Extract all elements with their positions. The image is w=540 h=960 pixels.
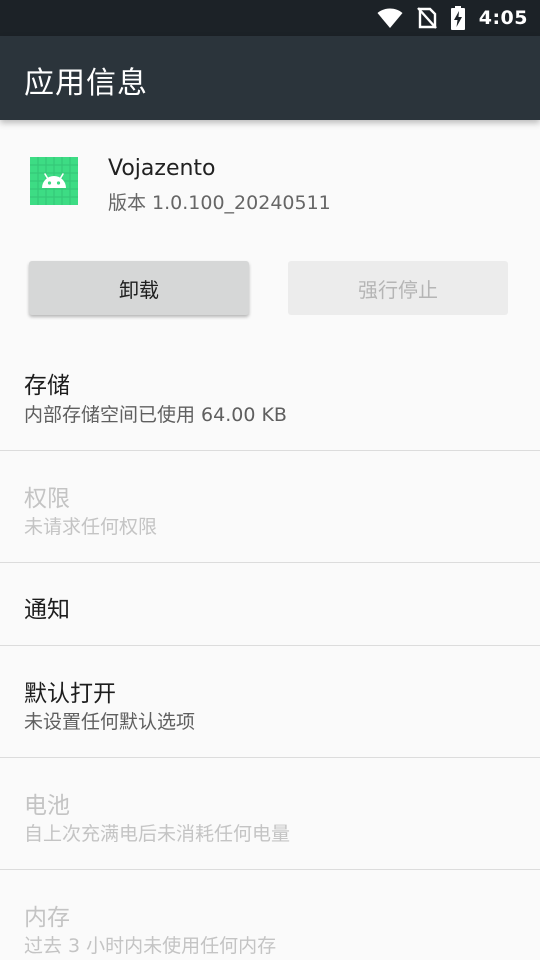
item-summary: 自上次充满电后未消耗任何电量: [24, 823, 291, 845]
status-icons: 4:05: [377, 0, 528, 36]
list-item-open-by-default[interactable]: 默认打开 未设置任何默认选项: [0, 646, 540, 758]
list-item-permissions: 权限 未请求任何权限: [0, 451, 540, 563]
item-title: 存储: [24, 373, 70, 399]
status-bar: 4:05: [0, 0, 540, 36]
uninstall-button[interactable]: 卸载: [29, 261, 249, 315]
item-summary: 内部存储空间已使用 64.00 KB: [24, 404, 287, 426]
item-title: 通知: [24, 597, 70, 623]
status-time: 4:05: [478, 7, 528, 29]
item-summary: 未请求任何权限: [24, 516, 158, 538]
app-version: 版本 1.0.100_20240511: [108, 192, 331, 214]
item-summary: 未设置任何默认选项: [24, 711, 196, 733]
list-item-battery: 电池 自上次充满电后未消耗任何电量: [0, 758, 540, 870]
no-sim-icon: [416, 7, 437, 29]
page-title: 应用信息: [24, 66, 148, 101]
list-item-memory: 内存 过去 3 小时内未使用任何内存: [0, 870, 540, 960]
wifi-icon: [377, 8, 403, 28]
app-name: Vojazento: [108, 156, 216, 181]
app-header: Vojazento 版本 1.0.100_20240511: [0, 120, 540, 240]
android-icon: [30, 157, 78, 205]
list-item-storage[interactable]: 存储 内部存储空间已使用 64.00 KB: [0, 338, 540, 451]
item-title: 权限: [24, 486, 70, 512]
item-title: 内存: [24, 905, 70, 931]
item-title: 电池: [24, 793, 70, 819]
list-item-notifications[interactable]: 通知: [0, 563, 540, 646]
battery-charging-icon: [450, 6, 465, 30]
app-bar: 应用信息: [0, 36, 540, 120]
force-stop-button: 强行停止: [288, 261, 508, 315]
item-summary: 过去 3 小时内未使用任何内存: [24, 935, 277, 957]
item-title: 默认打开: [24, 681, 116, 707]
